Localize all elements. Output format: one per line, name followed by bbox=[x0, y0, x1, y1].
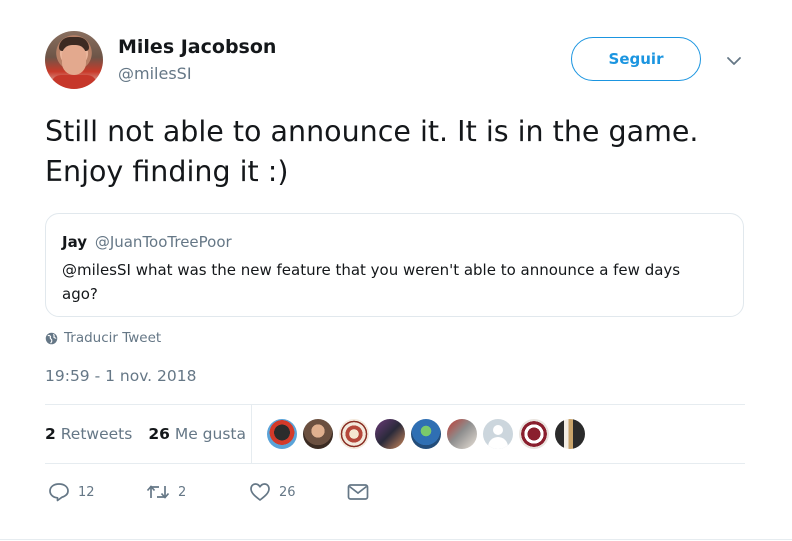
retweets-count: 2 bbox=[45, 425, 56, 443]
stats-separator bbox=[251, 405, 252, 463]
reply-button[interactable]: 12 bbox=[48, 482, 146, 502]
avatar-shirt bbox=[51, 75, 97, 89]
tweet-actions: 12 2 26 bbox=[48, 482, 369, 502]
chevron-down-icon[interactable] bbox=[726, 55, 742, 67]
bottom-border bbox=[0, 539, 792, 540]
liker-avatar[interactable] bbox=[555, 419, 585, 449]
tweet-text: Still not able to announce it. It is in … bbox=[45, 115, 699, 188]
like-button[interactable]: 26 bbox=[249, 482, 347, 502]
tweet-stats: 2 Retweets 26 Me gusta bbox=[45, 425, 246, 443]
likers-avatars bbox=[267, 419, 585, 449]
quoted-author-name: Jay bbox=[62, 233, 88, 251]
liker-avatar[interactable] bbox=[375, 419, 405, 449]
direct-message-button[interactable] bbox=[347, 483, 369, 501]
divider-bottom bbox=[45, 463, 745, 464]
retweet-count: 2 bbox=[178, 484, 187, 500]
translate-tweet-link[interactable]: Traducir Tweet bbox=[45, 330, 161, 346]
retweets-label: Retweets bbox=[60, 425, 133, 443]
quoted-author-handle: @JuanTooTreePoor bbox=[94, 233, 232, 251]
liker-avatar[interactable] bbox=[339, 419, 369, 449]
follow-button[interactable]: Seguir bbox=[571, 37, 701, 81]
avatar-face bbox=[62, 45, 86, 75]
likes-label: Me gusta bbox=[174, 425, 246, 443]
retweet-button[interactable]: 2 bbox=[146, 482, 249, 502]
retweets-stat[interactable]: 2 Retweets bbox=[45, 425, 132, 443]
reply-icon bbox=[49, 483, 69, 502]
liker-avatar[interactable] bbox=[267, 419, 297, 449]
globe-icon bbox=[45, 332, 58, 344]
liker-avatar[interactable] bbox=[519, 419, 549, 449]
quoted-tweet-header: Jay @JuanTooTreePoor bbox=[62, 232, 727, 252]
author-name[interactable]: Miles Jacobson bbox=[118, 36, 276, 58]
reply-count: 12 bbox=[78, 484, 95, 500]
retweet-icon bbox=[146, 485, 170, 499]
likes-stat[interactable]: 26 Me gusta bbox=[148, 425, 246, 443]
liker-avatar[interactable] bbox=[303, 419, 333, 449]
liker-avatar[interactable] bbox=[447, 419, 477, 449]
divider-top bbox=[45, 404, 745, 405]
author-avatar[interactable] bbox=[45, 31, 103, 89]
translate-label: Traducir Tweet bbox=[64, 330, 162, 346]
like-count: 26 bbox=[279, 484, 296, 500]
likes-count: 26 bbox=[148, 425, 170, 443]
heart-icon bbox=[250, 483, 270, 501]
envelope-icon bbox=[347, 484, 369, 500]
quoted-tweet[interactable]: Jay @JuanTooTreePoor @milesSI what was t… bbox=[45, 213, 744, 317]
liker-avatar[interactable] bbox=[483, 419, 513, 449]
tweet-timestamp[interactable]: 19:59 - 1 nov. 2018 bbox=[45, 367, 196, 385]
author-handle[interactable]: @milesSI bbox=[118, 64, 192, 83]
liker-avatar[interactable] bbox=[411, 419, 441, 449]
quoted-tweet-text: @milesSI what was the new feature that y… bbox=[62, 261, 681, 303]
